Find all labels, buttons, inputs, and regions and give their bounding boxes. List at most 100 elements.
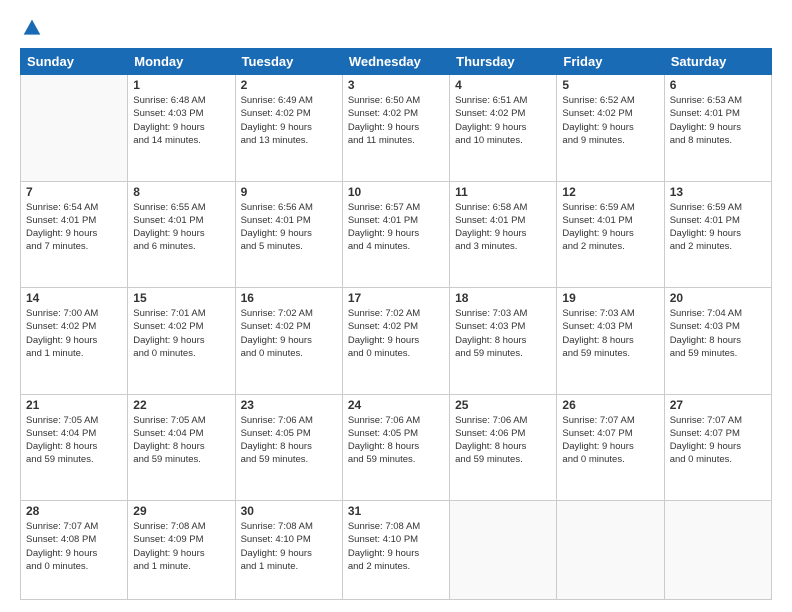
calendar-cell: 6 Sunrise: 6:53 AM Sunset: 4:01 PM Daylig…	[664, 75, 771, 182]
logo-icon	[22, 18, 42, 38]
weekday-header-wednesday: Wednesday	[342, 49, 449, 75]
calendar-cell: 29Sunrise: 7:08 AM Sunset: 4:09 PM Dayli…	[128, 501, 235, 600]
day-info: Sunrise: 7:03 AM Sunset: 4:03 PM Dayligh…	[455, 307, 551, 360]
day-info: Sunrise: 7:01 AM Sunset: 4:02 PM Dayligh…	[133, 307, 229, 360]
calendar-cell	[450, 501, 557, 600]
weekday-header-thursday: Thursday	[450, 49, 557, 75]
day-number: 25	[455, 398, 551, 412]
calendar-cell: 14 Sunrise: 7:00 AM Sunset: 4:02 PM Dayli…	[21, 288, 128, 395]
calendar-cell: 19Sunrise: 7:03 AM Sunset: 4:03 PM Dayli…	[557, 288, 664, 395]
calendar-cell: 26 Sunrise: 7:07 AM Sunset: 4:07 PM Dayli…	[557, 394, 664, 501]
day-number: 4	[455, 78, 551, 92]
calendar-cell: 28 Sunrise: 7:07 AM Sunset: 4:08 PM Dayli…	[21, 501, 128, 600]
day-info: Sunrise: 6:48 AM Sunset: 4:03 PM Dayligh…	[133, 94, 229, 147]
weekday-header-sunday: Sunday	[21, 49, 128, 75]
calendar-cell: 13 Sunrise: 6:59 AM Sunset: 4:01 PM Dayli…	[664, 181, 771, 288]
day-number: 26	[562, 398, 658, 412]
week-row-5: 28 Sunrise: 7:07 AM Sunset: 4:08 PM Dayli…	[21, 501, 772, 600]
day-number: 10	[348, 185, 444, 199]
day-info: Sunrise: 7:06 AM Sunset: 4:05 PM Dayligh…	[348, 414, 444, 467]
calendar-cell	[557, 501, 664, 600]
day-info: Sunrise: 6:57 AM Sunset: 4:01 PM Dayligh…	[348, 201, 444, 254]
day-info: Sunrise: 7:07 AM Sunset: 4:08 PM Dayligh…	[26, 520, 122, 573]
day-info: Sunrise: 7:06 AM Sunset: 4:06 PM Dayligh…	[455, 414, 551, 467]
day-number: 21	[26, 398, 122, 412]
day-number: 3	[348, 78, 444, 92]
page: SundayMondayTuesdayWednesdayThursdayFrid…	[0, 0, 792, 612]
day-info: Sunrise: 7:06 AM Sunset: 4:05 PM Dayligh…	[241, 414, 337, 467]
header	[20, 18, 772, 38]
day-number: 2	[241, 78, 337, 92]
day-number: 16	[241, 291, 337, 305]
calendar-cell	[664, 501, 771, 600]
day-info: Sunrise: 7:07 AM Sunset: 4:07 PM Dayligh…	[562, 414, 658, 467]
day-info: Sunrise: 6:58 AM Sunset: 4:01 PM Dayligh…	[455, 201, 551, 254]
weekday-header-saturday: Saturday	[664, 49, 771, 75]
day-info: Sunrise: 7:08 AM Sunset: 4:10 PM Dayligh…	[348, 520, 444, 573]
weekday-header-row: SundayMondayTuesdayWednesdayThursdayFrid…	[21, 49, 772, 75]
calendar-cell	[21, 75, 128, 182]
day-number: 6	[670, 78, 766, 92]
day-info: Sunrise: 6:52 AM Sunset: 4:02 PM Dayligh…	[562, 94, 658, 147]
calendar-cell: 4 Sunrise: 6:51 AM Sunset: 4:02 PM Daylig…	[450, 75, 557, 182]
calendar-cell: 31Sunrise: 7:08 AM Sunset: 4:10 PM Dayli…	[342, 501, 449, 600]
day-info: Sunrise: 6:49 AM Sunset: 4:02 PM Dayligh…	[241, 94, 337, 147]
calendar-cell: 10 Sunrise: 6:57 AM Sunset: 4:01 PM Dayli…	[342, 181, 449, 288]
day-info: Sunrise: 6:51 AM Sunset: 4:02 PM Dayligh…	[455, 94, 551, 147]
day-number: 15	[133, 291, 229, 305]
calendar-cell: 1 Sunrise: 6:48 AM Sunset: 4:03 PM Daylig…	[128, 75, 235, 182]
day-number: 17	[348, 291, 444, 305]
calendar-table: SundayMondayTuesdayWednesdayThursdayFrid…	[20, 48, 772, 600]
week-row-1: 1 Sunrise: 6:48 AM Sunset: 4:03 PM Daylig…	[21, 75, 772, 182]
day-info: Sunrise: 7:05 AM Sunset: 4:04 PM Dayligh…	[26, 414, 122, 467]
day-number: 20	[670, 291, 766, 305]
day-number: 12	[562, 185, 658, 199]
day-number: 7	[26, 185, 122, 199]
day-number: 8	[133, 185, 229, 199]
calendar-cell: 20 Sunrise: 7:04 AM Sunset: 4:03 PM Dayli…	[664, 288, 771, 395]
day-info: Sunrise: 7:05 AM Sunset: 4:04 PM Dayligh…	[133, 414, 229, 467]
day-number: 29	[133, 504, 229, 518]
week-row-2: 7 Sunrise: 6:54 AM Sunset: 4:01 PM Daylig…	[21, 181, 772, 288]
calendar-cell: 24 Sunrise: 7:06 AM Sunset: 4:05 PM Dayli…	[342, 394, 449, 501]
calendar-cell: 18 Sunrise: 7:03 AM Sunset: 4:03 PM Dayli…	[450, 288, 557, 395]
day-info: Sunrise: 6:54 AM Sunset: 4:01 PM Dayligh…	[26, 201, 122, 254]
calendar-cell: 17Sunrise: 7:02 AM Sunset: 4:02 PM Dayli…	[342, 288, 449, 395]
calendar-cell: 11 Sunrise: 6:58 AM Sunset: 4:01 PM Dayli…	[450, 181, 557, 288]
day-number: 14	[26, 291, 122, 305]
day-number: 5	[562, 78, 658, 92]
day-number: 23	[241, 398, 337, 412]
calendar-cell: 12 Sunrise: 6:59 AM Sunset: 4:01 PM Dayli…	[557, 181, 664, 288]
day-info: Sunrise: 6:55 AM Sunset: 4:01 PM Dayligh…	[133, 201, 229, 254]
day-number: 24	[348, 398, 444, 412]
calendar-cell: 15 Sunrise: 7:01 AM Sunset: 4:02 PM Dayli…	[128, 288, 235, 395]
day-info: Sunrise: 6:56 AM Sunset: 4:01 PM Dayligh…	[241, 201, 337, 254]
day-number: 11	[455, 185, 551, 199]
day-number: 22	[133, 398, 229, 412]
calendar-cell: 5 Sunrise: 6:52 AM Sunset: 4:02 PM Daylig…	[557, 75, 664, 182]
calendar-cell: 7 Sunrise: 6:54 AM Sunset: 4:01 PM Daylig…	[21, 181, 128, 288]
week-row-3: 14 Sunrise: 7:00 AM Sunset: 4:02 PM Dayli…	[21, 288, 772, 395]
day-info: Sunrise: 6:59 AM Sunset: 4:01 PM Dayligh…	[562, 201, 658, 254]
day-number: 13	[670, 185, 766, 199]
day-info: Sunrise: 7:04 AM Sunset: 4:03 PM Dayligh…	[670, 307, 766, 360]
calendar-cell: 25 Sunrise: 7:06 AM Sunset: 4:06 PM Dayli…	[450, 394, 557, 501]
calendar-cell: 2 Sunrise: 6:49 AM Sunset: 4:02 PM Daylig…	[235, 75, 342, 182]
weekday-header-friday: Friday	[557, 49, 664, 75]
day-number: 1	[133, 78, 229, 92]
day-number: 18	[455, 291, 551, 305]
calendar-cell: 21 Sunrise: 7:05 AM Sunset: 4:04 PM Dayli…	[21, 394, 128, 501]
day-number: 27	[670, 398, 766, 412]
weekday-header-monday: Monday	[128, 49, 235, 75]
day-number: 19	[562, 291, 658, 305]
day-info: Sunrise: 6:53 AM Sunset: 4:01 PM Dayligh…	[670, 94, 766, 147]
weekday-header-tuesday: Tuesday	[235, 49, 342, 75]
day-info: Sunrise: 6:59 AM Sunset: 4:01 PM Dayligh…	[670, 201, 766, 254]
calendar-cell: 16Sunrise: 7:02 AM Sunset: 4:02 PM Dayli…	[235, 288, 342, 395]
day-info: Sunrise: 7:00 AM Sunset: 4:02 PM Dayligh…	[26, 307, 122, 360]
calendar-cell: 22 Sunrise: 7:05 AM Sunset: 4:04 PM Dayli…	[128, 394, 235, 501]
logo	[20, 18, 42, 38]
day-info: Sunrise: 6:50 AM Sunset: 4:02 PM Dayligh…	[348, 94, 444, 147]
day-number: 28	[26, 504, 122, 518]
calendar-cell: 8 Sunrise: 6:55 AM Sunset: 4:01 PM Daylig…	[128, 181, 235, 288]
